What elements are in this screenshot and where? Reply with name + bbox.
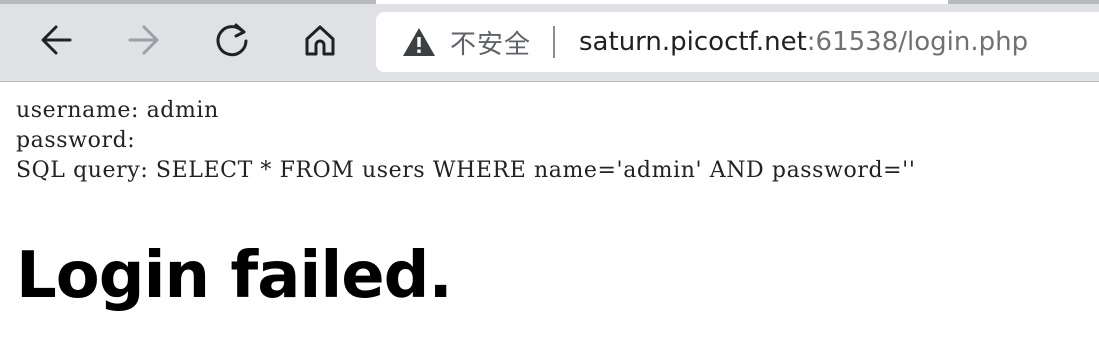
security-status-label: 不安全: [450, 29, 532, 60]
url-path: :61538/login.php: [806, 27, 1029, 57]
address-divider: [553, 26, 556, 58]
login-failed-heading: Login failed.: [16, 239, 453, 313]
arrow-left-icon: [41, 25, 72, 55]
home-button[interactable]: [296, 16, 344, 64]
browser-toolbar: 不安全 saturn.picoctf.net:61538/login.php: [0, 0, 1099, 82]
active-tab-edge[interactable]: [376, 0, 948, 4]
warning-triangle-icon: [402, 25, 436, 59]
address-bar[interactable]: 不安全 saturn.picoctf.net:61538/login.php: [376, 12, 1099, 72]
arrow-right-icon: [128, 25, 159, 55]
username-line: username: admin: [16, 98, 219, 123]
site-info-button[interactable]: 不安全: [402, 22, 531, 62]
tab-strip-right: [948, 0, 1099, 4]
url-host: saturn.picoctf.net: [579, 27, 807, 57]
url-text[interactable]: saturn.picoctf.net:61538/login.php: [579, 27, 1028, 57]
tab-strip-edge: [0, 0, 1099, 4]
sql-query-line: SQL query: SELECT * FROM users WHERE nam…: [16, 158, 916, 183]
page-content: username: admin password: SQL query: SEL…: [16, 96, 915, 186]
tab-strip-left: [0, 0, 376, 4]
back-button[interactable]: [32, 16, 80, 64]
forward-button[interactable]: [120, 16, 168, 64]
reload-button[interactable]: [208, 16, 256, 64]
reload-icon: [216, 23, 248, 57]
home-icon: [305, 25, 335, 56]
password-line: password:: [16, 128, 136, 153]
